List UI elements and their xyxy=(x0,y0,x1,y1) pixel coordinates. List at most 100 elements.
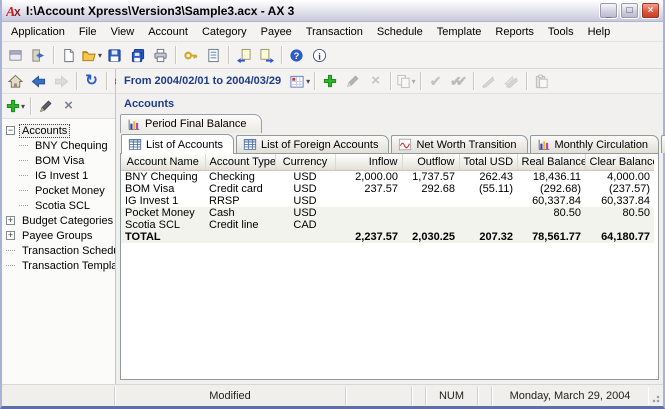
tab-circulation-summary[interactable]: Circulation Summary xyxy=(661,135,665,153)
column-header-real-balance[interactable]: Real Balance xyxy=(517,154,585,170)
tree-item-budget-categories[interactable]: +Budget Categories xyxy=(4,213,113,228)
toolbar-separator xyxy=(76,72,77,90)
column-header-currency[interactable]: Currency xyxy=(275,154,335,170)
tree-item-label: BOM Visa xyxy=(32,154,87,168)
column-header-total-usd[interactable]: Total USD xyxy=(459,154,517,170)
tree-item-scotia-scl[interactable]: Scotia SCL xyxy=(4,198,113,213)
export-page-button[interactable] xyxy=(255,44,278,66)
send-all-button[interactable] xyxy=(500,70,523,92)
menu-item-template[interactable]: Template xyxy=(430,24,489,40)
column-header-clear-balance[interactable]: Clear Balance xyxy=(585,154,654,170)
password-key-button[interactable] xyxy=(179,44,202,66)
menu-item-view[interactable]: View xyxy=(104,24,142,40)
print-button[interactable] xyxy=(149,44,172,66)
menu-item-payee[interactable]: Payee xyxy=(254,24,299,40)
cell-account-type: Cash xyxy=(205,207,275,219)
cell-total-usd xyxy=(459,207,517,219)
menu-item-application[interactable]: Application xyxy=(4,24,72,40)
refresh-button[interactable]: ↻ xyxy=(80,70,103,92)
about-button[interactable]: i xyxy=(308,44,331,66)
tree-item-bny-chequing[interactable]: BNY Chequing xyxy=(4,138,113,153)
import-page-button[interactable] xyxy=(232,44,255,66)
menu-item-file[interactable]: File xyxy=(72,24,104,40)
status-modified: Modified xyxy=(115,387,346,405)
delete-button[interactable]: × xyxy=(364,70,387,92)
open-file-button[interactable]: ▾ xyxy=(80,44,103,66)
minimize-button[interactable]: _ xyxy=(599,2,618,19)
menu-item-help[interactable]: Help xyxy=(581,24,618,40)
save-all-button[interactable] xyxy=(126,44,149,66)
delete-button[interactable]: × xyxy=(57,95,80,117)
help-button[interactable]: ? xyxy=(285,44,308,66)
tree-item-accounts[interactable]: −Accounts xyxy=(4,123,113,138)
menu-item-tools[interactable]: Tools xyxy=(541,24,581,40)
tree-connector xyxy=(6,265,15,266)
edit-button[interactable] xyxy=(34,95,57,117)
table-row-scotia-scl[interactable]: Scotia SCLCredit lineCAD xyxy=(121,219,654,231)
transaction-list-button[interactable] xyxy=(202,44,225,66)
expand-icon[interactable]: + xyxy=(6,231,15,240)
close-button[interactable]: × xyxy=(641,2,660,19)
tree-item-transaction-templates[interactable]: Transaction Templates xyxy=(4,258,113,273)
expand-icon[interactable]: + xyxy=(6,216,15,225)
column-header-inflow[interactable]: Inflow xyxy=(335,154,402,170)
exit-button[interactable] xyxy=(27,44,50,66)
edit-button[interactable] xyxy=(341,70,364,92)
tab-monthly-circulation[interactable]: Monthly Circulation xyxy=(530,135,660,153)
forward-button[interactable] xyxy=(50,70,73,92)
new-file-button[interactable] xyxy=(57,44,80,66)
collapse-icon[interactable]: − xyxy=(6,126,15,135)
column-header-outflow[interactable]: Outflow xyxy=(402,154,459,170)
tree-item-pocket-money[interactable]: Pocket Money xyxy=(4,183,113,198)
back-button[interactable] xyxy=(27,70,50,92)
cell-currency: USD xyxy=(275,183,335,195)
column-header-account-type[interactable]: Account Type xyxy=(205,154,275,170)
nav-toolbar: ↻ xyxy=(2,69,115,94)
tree-item-transaction-schedules[interactable]: Transaction Schedules xyxy=(4,243,113,258)
maximize-button[interactable]: □ xyxy=(620,2,639,19)
menu-item-category[interactable]: Category xyxy=(195,24,254,40)
confirm-all-button[interactable]: ✔✔ xyxy=(447,70,470,92)
tree-item-payee-groups[interactable]: +Payee Groups xyxy=(4,228,113,243)
menu-bar: ApplicationFileViewAccountCategoryPayeeT… xyxy=(2,22,663,42)
tab-period-final-balance[interactable]: Period Final Balance xyxy=(120,114,262,133)
menu-item-transaction[interactable]: Transaction xyxy=(299,24,370,40)
add-icon xyxy=(323,74,337,88)
save-button[interactable] xyxy=(103,44,126,66)
send-button[interactable] xyxy=(477,70,500,92)
tree-item-label: Pocket Money xyxy=(32,184,108,198)
table-row-bom-visa[interactable]: BOM VisaCredit cardUSD237.57292.68(55.11… xyxy=(121,183,654,195)
column-header-account-name[interactable]: Account Name xyxy=(121,154,205,170)
confirm-button[interactable]: ✔ xyxy=(424,70,447,92)
tab-panel: Account NameAccount TypeCurrencyInflowOu… xyxy=(120,153,659,380)
title-bar: A X I:\Account Xpress\Version3\Sample3.a… xyxy=(2,0,663,22)
add-button[interactable]: ▾ xyxy=(4,95,27,117)
cell-currency xyxy=(275,231,335,243)
add-button[interactable] xyxy=(318,70,341,92)
add-icon xyxy=(6,99,20,113)
paste-button[interactable] xyxy=(530,70,553,92)
tree-item-label: Transaction Schedules xyxy=(19,244,115,258)
resize-grip[interactable] xyxy=(648,387,662,405)
table-row-pocket-money[interactable]: Pocket MoneyCashUSD80.5080.50 xyxy=(121,207,654,219)
table-row-ig-invest-1[interactable]: IG Invest 1RRSPUSD60,337.8460,337.84 xyxy=(121,195,654,207)
calendar-button[interactable]: ▾ xyxy=(288,70,311,92)
menu-item-schedule[interactable]: Schedule xyxy=(370,24,430,40)
tab-label: Monthly Circulation xyxy=(555,139,649,151)
cell-outflow: 292.68 xyxy=(402,183,459,195)
tab-net-worth-transition[interactable]: Net Worth Transition xyxy=(391,135,527,153)
copy-button[interactable]: ▾ xyxy=(394,70,417,92)
tab-list-of-accounts[interactable]: List of Accounts xyxy=(121,134,234,154)
tree-item-bom-visa[interactable]: BOM Visa xyxy=(4,153,113,168)
new-file-icon xyxy=(61,48,76,63)
home-button[interactable] xyxy=(4,70,27,92)
tree-item-ig-invest-1[interactable]: IG Invest 1 xyxy=(4,168,113,183)
menu-item-account[interactable]: Account xyxy=(141,24,195,40)
menu-item-reports[interactable]: Reports xyxy=(488,24,541,40)
preferences-button[interactable] xyxy=(4,44,27,66)
table-row-total[interactable]: TOTAL2,237.572,030.25207.3278,561.7764,1… xyxy=(121,231,654,243)
table-row-bny-chequing[interactable]: BNY ChequingCheckingUSD2,000.001,737.572… xyxy=(121,170,654,183)
page-title: Accounts xyxy=(116,94,663,113)
bar-chart-icon xyxy=(537,138,551,151)
tab-list-of-foreign-accounts[interactable]: List of Foreign Accounts xyxy=(236,135,389,153)
